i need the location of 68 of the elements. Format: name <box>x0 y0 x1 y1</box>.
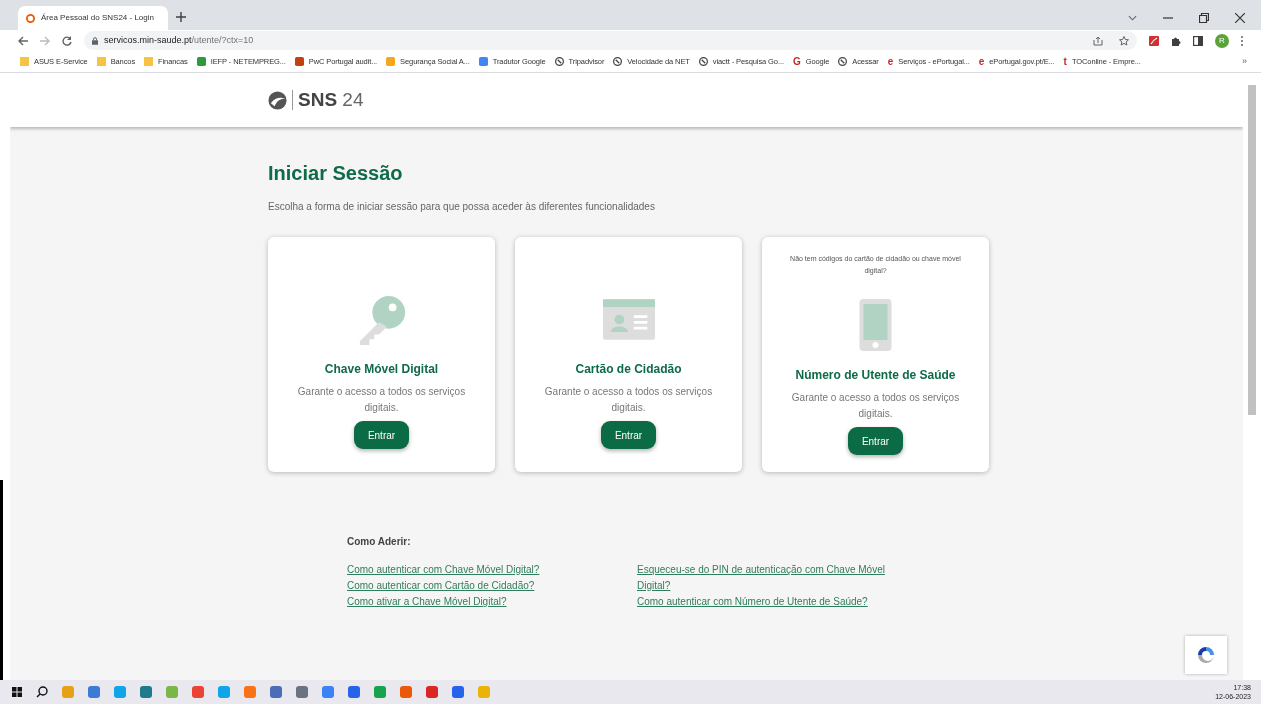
logo-text: SNS 24 <box>298 87 364 112</box>
taskbar-app-icon[interactable] <box>218 686 230 698</box>
recaptcha-icon <box>1196 645 1216 665</box>
site-logo-letter: e <box>887 55 894 69</box>
help-link[interactable]: Esqueceu-se do PIN de autenticação com Chave Móvel Digital? <box>637 562 902 594</box>
forward-icon[interactable] <box>40 35 50 46</box>
site-logo-letter: t <box>1063 55 1067 69</box>
help-link[interactable]: Como ativar a Chave Móvel Digital? <box>347 594 637 610</box>
enter-button[interactable]: Entrar <box>601 421 656 449</box>
sns24-logo[interactable]: SNS 24 <box>268 85 364 115</box>
puzzle-icon[interactable] <box>1171 35 1181 46</box>
enter-button[interactable]: Entrar <box>354 421 409 449</box>
help-section-title: Como Aderir: <box>347 535 412 549</box>
help-link[interactable]: Como autenticar com Cartão de Cidadão? <box>347 578 637 594</box>
restore-icon[interactable] <box>1199 13 1209 23</box>
taskbar-app-icon[interactable] <box>348 686 360 698</box>
card-title: Cartão de Cidadão <box>575 361 682 378</box>
back-icon[interactable] <box>18 35 28 46</box>
taskbar-app-icon[interactable] <box>244 686 256 698</box>
folder-icon <box>96 57 106 66</box>
card-description: Garante o acesso a todos os serviços digitais. <box>296 385 467 415</box>
folder-icon <box>20 57 29 66</box>
taskbar-app-icon[interactable] <box>400 686 412 698</box>
taskbar-app-icon[interactable] <box>374 686 386 698</box>
card-title: Chave Móvel Digital <box>324 361 439 378</box>
page-subtitle: Escolha a forma de iniciar sessão para que possa aceder às diferentes funcionalidades <box>268 200 656 214</box>
close-icon[interactable] <box>1235 13 1245 23</box>
taskbar-app-icon[interactable] <box>192 686 204 698</box>
card-description: Garante o acesso a todos os serviços digitais. <box>790 391 961 421</box>
site-icon <box>26 13 35 23</box>
phone-icon <box>859 299 892 351</box>
address-bar[interactable]: servicos.min-saude.pt/utente/?ctx=10 <box>84 31 1137 50</box>
taskbar-app-icon[interactable] <box>452 686 464 698</box>
taskbar-app-icon[interactable] <box>322 686 334 698</box>
taskbar-app-icon[interactable] <box>426 686 438 698</box>
search-icon[interactable] <box>36 686 48 698</box>
side-panel-icon[interactable] <box>1193 35 1203 46</box>
folder-icon <box>144 57 154 66</box>
help-link[interactable]: Como autenticar com Número de Utente de Saúde? <box>637 594 902 610</box>
windows-start-icon[interactable] <box>12 687 22 697</box>
browser-tab[interactable]: Área Pessoal do SNS24 - Login <box>18 6 168 30</box>
taskbar-app-icon[interactable] <box>88 686 100 698</box>
site-logo-letter: e <box>978 55 985 69</box>
id-card-icon <box>602 298 655 340</box>
taskbar-app-icon[interactable] <box>296 686 308 698</box>
url-host: servicos.min-saude.pt <box>104 34 192 45</box>
more-bookmarks-button[interactable]: » <box>1242 54 1247 69</box>
tab-title: Área Pessoal do SNS24 - Login <box>41 12 154 24</box>
taskbar-app-icon[interactable] <box>140 686 152 698</box>
taskbar-app-icon[interactable] <box>114 686 126 698</box>
reload-icon[interactable] <box>62 35 72 46</box>
tab-search-icon[interactable] <box>1128 15 1137 21</box>
logo-icon <box>268 90 287 110</box>
share-icon[interactable] <box>1093 35 1103 46</box>
taskbar-app-icon[interactable] <box>166 686 178 698</box>
card-title: Número de Utente de Saúde <box>795 367 956 384</box>
card-description: Garante o acesso a todos os serviços digitais. <box>543 385 714 415</box>
pdf-extension-icon[interactable] <box>1149 35 1159 46</box>
enter-button[interactable]: Entrar <box>848 427 903 455</box>
taskbar-app-icon[interactable] <box>270 686 282 698</box>
new-tab-icon[interactable] <box>176 12 186 22</box>
site-logo-letter: G <box>792 55 801 69</box>
star-icon[interactable] <box>1119 35 1129 46</box>
help-link[interactable]: Como autenticar com Chave Móvel Digital? <box>347 562 637 578</box>
url-path: /utente/?ctx=10 <box>191 34 254 45</box>
page-heading: Iniciar Sessão <box>268 161 404 185</box>
lock-icon <box>92 36 98 45</box>
recaptcha-badge[interactable] <box>1185 636 1227 674</box>
